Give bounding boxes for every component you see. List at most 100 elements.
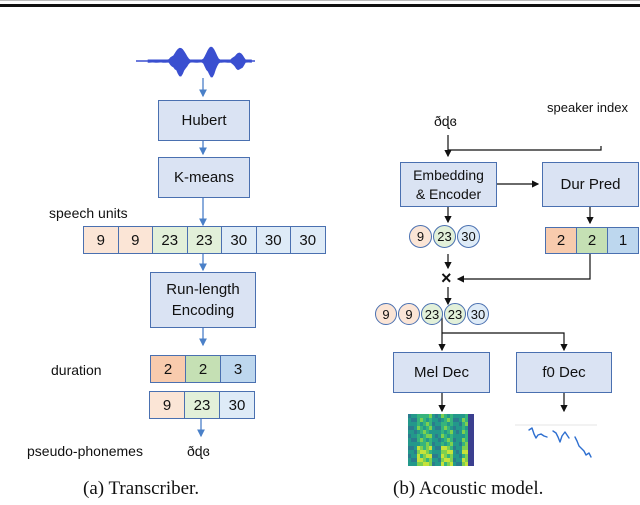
hubert-block: Hubert (158, 100, 250, 141)
encoded-unit-circle: 23 (433, 225, 456, 248)
spectrogram-pixel (420, 422, 423, 426)
spectrogram-pixel (438, 458, 441, 462)
spectrogram-pixel (459, 458, 462, 462)
spectrogram-pixel (453, 426, 456, 430)
expanded-unit-circle: 23 (444, 303, 466, 325)
spectrogram-pixel (447, 442, 450, 446)
spectrogram-pixel (462, 434, 465, 438)
spectrogram-pixel (441, 422, 444, 426)
spectrogram-pixel (435, 462, 438, 466)
spectrogram-pixel (453, 430, 456, 434)
spectrogram-pixel (423, 458, 426, 462)
arrow-expanded-to-f0dec (442, 332, 568, 352)
line-speaker-index (448, 146, 602, 151)
spectrogram-pixel (468, 434, 471, 438)
spectrogram-pixel (444, 438, 447, 442)
spectrogram-pixel (447, 454, 450, 458)
spectrogram-pixel (420, 414, 423, 418)
spectrogram-pixel (408, 418, 411, 422)
f0-curve-line (528, 427, 592, 458)
spectrogram-pixel (423, 454, 426, 458)
spectrogram-pixel (444, 434, 447, 438)
spectrogram-pixel (444, 426, 447, 430)
spectrogram-pixel (441, 414, 444, 418)
spectrogram-pixel (435, 446, 438, 450)
spectrogram-pixel (426, 434, 429, 438)
spectrogram-pixel (471, 422, 474, 426)
spectrogram-pixel (441, 446, 444, 450)
spectrogram-pixel (411, 422, 414, 426)
expanded-unit-circle: 30 (467, 303, 489, 325)
spectrogram-pixel (441, 454, 444, 458)
spectrogram-pixel (450, 450, 453, 454)
spectrogram-pixel (438, 442, 441, 446)
spectrogram-pixel (468, 422, 471, 426)
spectrogram-pixel (444, 454, 447, 458)
spectrogram-pixel (450, 430, 453, 434)
spectrogram-pixel (438, 462, 441, 466)
spectrogram-pixel (471, 438, 474, 442)
spectrogram-pixel (465, 458, 468, 462)
spectrogram-pixel (441, 430, 444, 434)
spectrogram-pixel (456, 418, 459, 422)
spectrogram-pixel (435, 418, 438, 422)
spectrogram-pixel (459, 454, 462, 458)
spectrogram-pixel (459, 438, 462, 442)
spectrogram-pixel (471, 414, 474, 418)
spectrogram-pixel (414, 446, 417, 450)
spectrogram-pixel (441, 462, 444, 466)
spectrogram-pixel (456, 422, 459, 426)
spectrogram-pixel (414, 418, 417, 422)
spectrogram-pixel (414, 458, 417, 462)
spectrogram-pixel (450, 454, 453, 458)
spectrogram-pixel (453, 454, 456, 458)
spectrogram-pixel (444, 418, 447, 422)
spectrogram-pixel (456, 438, 459, 442)
spectrogram-pixel (450, 426, 453, 430)
spectrogram-pixel (432, 450, 435, 454)
spectrogram-pixel (456, 450, 459, 454)
spectrogram-pixel (465, 454, 468, 458)
spectrogram-pixel (408, 450, 411, 454)
spectrogram-pixel (429, 418, 432, 422)
spectrogram-pixel (435, 430, 438, 434)
f0-dec-label: f0 Dec (542, 364, 586, 381)
spectrogram-pixel (465, 430, 468, 434)
spectrogram-pixel (459, 462, 462, 466)
spectrogram-pixel (465, 438, 468, 442)
spectrogram-pixel (408, 426, 411, 430)
spectrogram-pixel (465, 462, 468, 466)
spectrogram-pixel (447, 446, 450, 450)
spectrogram-pixel (465, 442, 468, 446)
spectrogram-pixel (462, 446, 465, 450)
spectrogram-pixel (411, 430, 414, 434)
duration-cell: 3 (220, 355, 256, 383)
spectrogram-pixel (438, 426, 441, 430)
spectrogram-pixel (456, 430, 459, 434)
spectrogram-pixel (417, 458, 420, 462)
spectrogram-pixel (414, 442, 417, 446)
spectrogram-pixel (462, 450, 465, 454)
spectrogram-pixel (423, 426, 426, 430)
pseudo-phonemes-label: pseudo-phonemes (27, 443, 143, 459)
spectrogram-pixel (447, 418, 450, 422)
spectrogram-pixel (450, 438, 453, 442)
spectrogram-pixel (423, 462, 426, 466)
spectrogram-pixel (459, 442, 462, 446)
spectrogram-pixel (447, 438, 450, 442)
spectrogram-pixel (423, 430, 426, 434)
spectrogram-pixel (432, 446, 435, 450)
spectrogram-pixel (435, 426, 438, 430)
spectrogram-pixel (468, 442, 471, 446)
spectrogram-pixel (429, 434, 432, 438)
spectrogram-pixel (414, 434, 417, 438)
spectrogram-pixel (471, 454, 474, 458)
spectrogram-pixel (468, 418, 471, 422)
speech-unit-cell: 30 (290, 226, 326, 254)
spectrogram-pixel (429, 454, 432, 458)
spectrogram-pixel (423, 418, 426, 422)
phoneme-input-text: ðɖɞ (434, 113, 457, 129)
unique-unit-cell: 9 (149, 391, 185, 419)
spectrogram-pixel (426, 414, 429, 418)
spectrogram-pixel (417, 454, 420, 458)
